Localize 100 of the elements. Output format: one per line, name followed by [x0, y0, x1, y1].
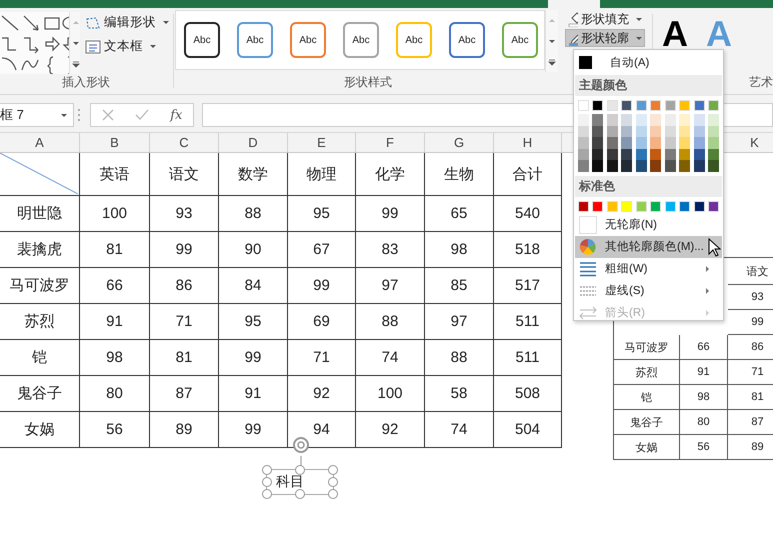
- color-swatch[interactable]: [592, 126, 604, 138]
- color-swatch[interactable]: [708, 126, 720, 138]
- color-swatch[interactable]: [679, 148, 690, 160]
- check-icon[interactable]: [134, 109, 149, 121]
- shape-style-swatch[interactable]: Abc: [502, 22, 538, 58]
- color-swatch[interactable]: [578, 148, 589, 160]
- color-swatch[interactable]: [708, 160, 720, 172]
- insert-function-button[interactable]: fx: [170, 108, 182, 122]
- color-swatch[interactable]: [664, 200, 676, 212]
- color-swatch[interactable]: [578, 126, 589, 138]
- color-swatch[interactable]: [650, 137, 662, 149]
- color-swatch[interactable]: [606, 148, 618, 160]
- color-swatch[interactable]: [621, 126, 632, 138]
- name-box[interactable]: 框 7: [0, 103, 74, 127]
- color-swatch[interactable]: [694, 100, 705, 111]
- color-swatch[interactable]: [592, 200, 604, 212]
- color-swatch[interactable]: [592, 100, 604, 111]
- color-swatch[interactable]: [578, 137, 589, 149]
- color-swatch[interactable]: [708, 100, 720, 111]
- color-swatch[interactable]: [694, 126, 705, 138]
- shape-fill-button[interactable]: 形状填充: [565, 10, 645, 28]
- color-swatch[interactable]: [679, 100, 690, 111]
- drag-handle-icon[interactable]: [76, 107, 82, 123]
- color-swatch[interactable]: [592, 114, 604, 126]
- color-swatch[interactable]: [578, 200, 589, 212]
- color-swatch[interactable]: [636, 148, 647, 160]
- color-swatch[interactable]: [679, 126, 690, 138]
- color-swatch[interactable]: [636, 137, 647, 149]
- gallery-scrollbar[interactable]: [545, 10, 558, 72]
- color-swatch[interactable]: [621, 148, 632, 160]
- menu-item[interactable]: 其他轮廓颜色(M)...: [575, 236, 722, 258]
- color-swatch[interactable]: [679, 160, 690, 172]
- column-header[interactable]: D: [219, 133, 288, 152]
- menu-item[interactable]: 自动(A): [575, 51, 722, 73]
- color-swatch[interactable]: [606, 126, 618, 138]
- color-swatch[interactable]: [636, 160, 647, 172]
- color-swatch[interactable]: [679, 200, 690, 212]
- color-swatch[interactable]: [694, 200, 705, 212]
- color-swatch[interactable]: [708, 137, 720, 149]
- column-header[interactable]: C: [150, 133, 219, 152]
- shape-style-swatch[interactable]: Abc: [449, 22, 485, 58]
- color-swatch[interactable]: [664, 137, 676, 149]
- shape-style-swatch[interactable]: Abc: [237, 22, 273, 58]
- color-swatch[interactable]: [592, 148, 604, 160]
- column-header[interactable]: H: [494, 133, 562, 152]
- column-header[interactable]: F: [356, 133, 425, 152]
- shape-gallery-drawing[interactable]: [0, 12, 69, 74]
- color-swatch[interactable]: [636, 100, 647, 111]
- color-swatch[interactable]: [636, 200, 647, 212]
- color-swatch[interactable]: [621, 160, 632, 172]
- color-swatch[interactable]: [650, 100, 662, 111]
- column-header[interactable]: E: [288, 133, 356, 152]
- resize-handle[interactable]: [295, 465, 305, 475]
- color-swatch[interactable]: [694, 137, 705, 149]
- shape-style-swatch[interactable]: Abc: [184, 22, 220, 58]
- color-swatch[interactable]: [621, 100, 632, 111]
- shape-style-swatch[interactable]: Abc: [290, 22, 326, 58]
- color-swatch[interactable]: [578, 114, 589, 126]
- color-swatch[interactable]: [650, 200, 662, 212]
- color-swatch[interactable]: [592, 160, 604, 172]
- color-swatch[interactable]: [650, 160, 662, 172]
- text-style-button[interactable]: A: [662, 16, 688, 52]
- color-swatch[interactable]: [694, 148, 705, 160]
- menu-item[interactable]: 无轮廓(N): [575, 214, 722, 236]
- color-swatch[interactable]: [636, 126, 647, 138]
- color-swatch[interactable]: [679, 114, 690, 126]
- text-box-button[interactable]: 文本框: [82, 36, 172, 57]
- color-swatch[interactable]: [592, 137, 604, 149]
- color-swatch[interactable]: [606, 114, 618, 126]
- color-swatch[interactable]: [708, 200, 720, 212]
- color-swatch[interactable]: [606, 200, 618, 212]
- color-swatch[interactable]: [664, 100, 676, 111]
- color-swatch[interactable]: [664, 114, 676, 126]
- color-swatch[interactable]: [694, 114, 705, 126]
- color-swatch[interactable]: [664, 126, 676, 138]
- shape-style-swatch[interactable]: Abc: [343, 22, 379, 58]
- color-swatch[interactable]: [650, 114, 662, 126]
- color-swatch[interactable]: [679, 137, 690, 149]
- color-swatch[interactable]: [694, 160, 705, 172]
- gallery-scrollbar[interactable]: [68, 12, 80, 74]
- color-swatch[interactable]: [621, 137, 632, 149]
- shape-outline-button[interactable]: 形状轮廓: [565, 29, 645, 47]
- color-swatch[interactable]: [578, 100, 589, 111]
- color-swatch[interactable]: [650, 148, 662, 160]
- color-swatch[interactable]: [606, 137, 618, 149]
- column-header[interactable]: A: [0, 133, 80, 152]
- column-header[interactable]: B: [80, 133, 150, 152]
- color-swatch[interactable]: [621, 200, 632, 212]
- color-swatch[interactable]: [664, 160, 676, 172]
- color-swatch[interactable]: [606, 100, 618, 111]
- color-swatch[interactable]: [621, 114, 632, 126]
- shape-style-swatch[interactable]: Abc: [396, 22, 432, 58]
- color-swatch[interactable]: [708, 114, 720, 126]
- cancel-icon[interactable]: [102, 109, 114, 121]
- color-swatch[interactable]: [708, 148, 720, 160]
- color-swatch[interactable]: [664, 148, 676, 160]
- color-swatch[interactable]: [606, 160, 618, 172]
- color-swatch[interactable]: [636, 114, 647, 126]
- column-header[interactable]: G: [425, 133, 494, 152]
- edit-shape-button[interactable]: 编辑形状: [82, 12, 172, 33]
